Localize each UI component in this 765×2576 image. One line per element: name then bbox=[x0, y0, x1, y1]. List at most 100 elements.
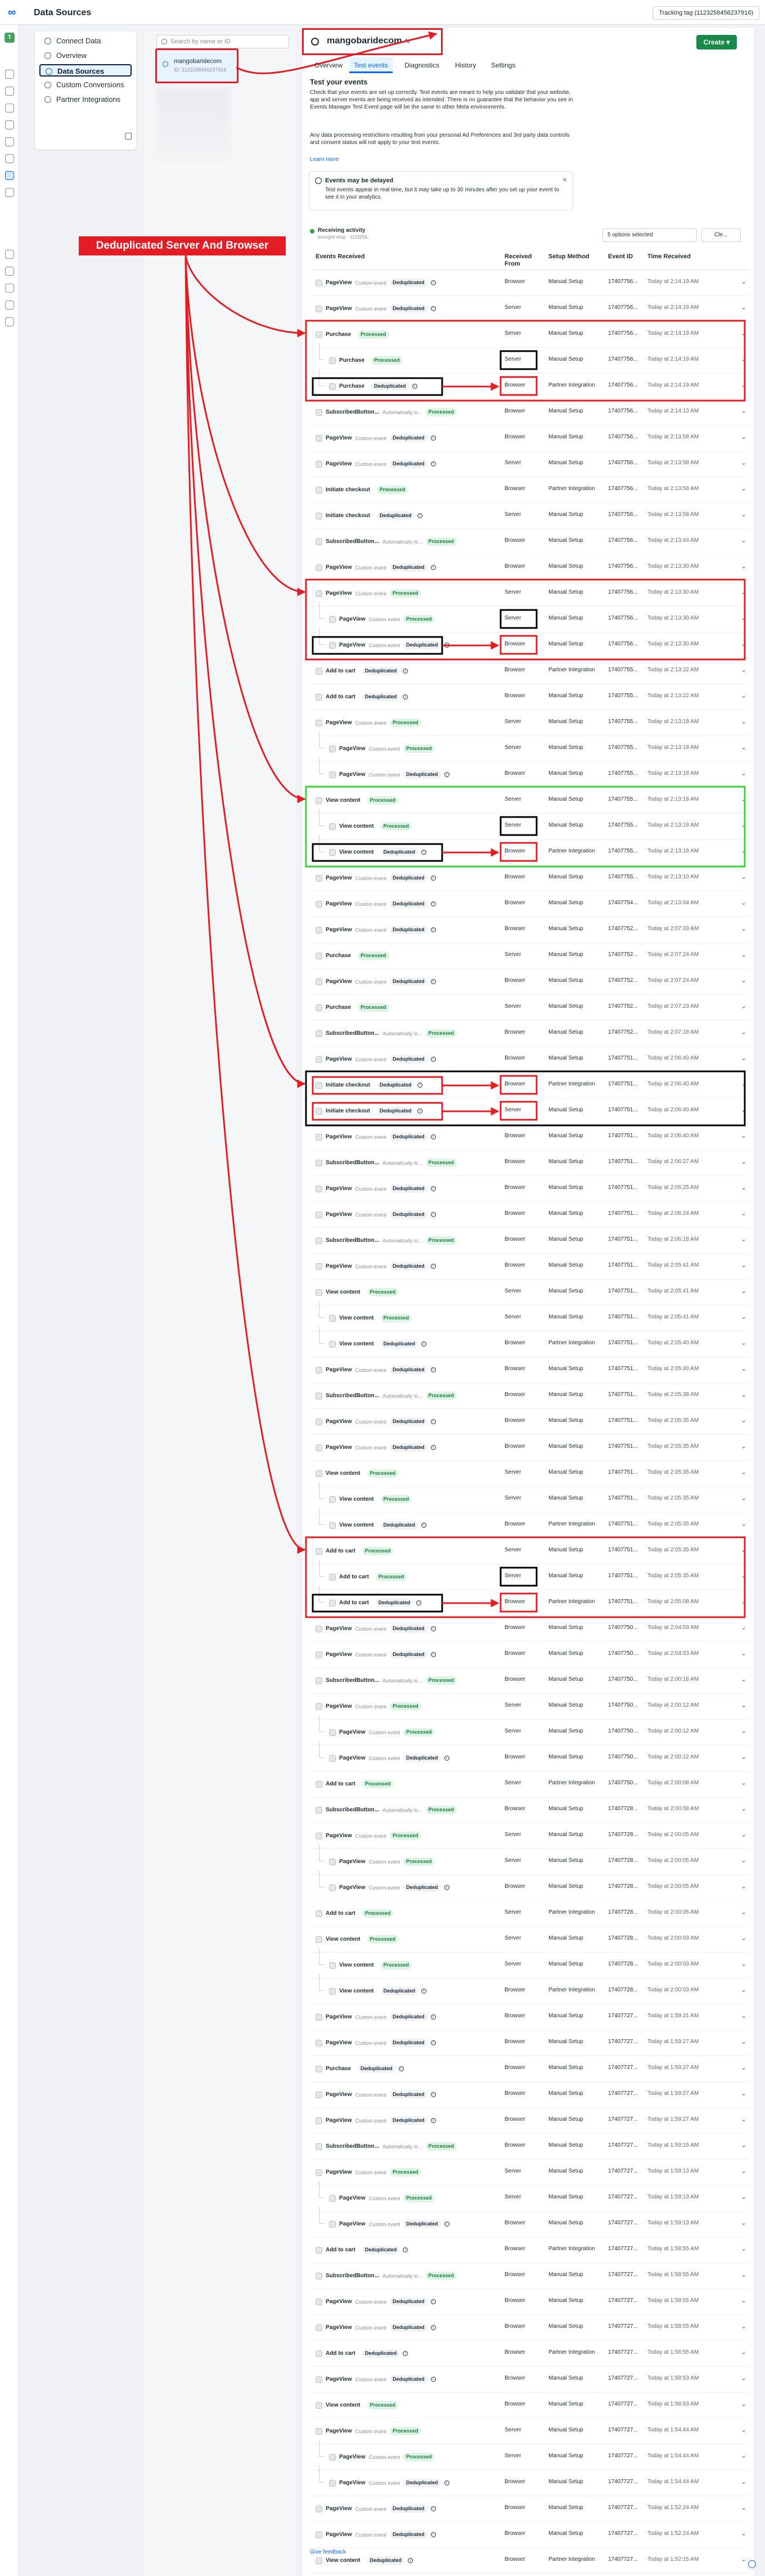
chevron-down-icon[interactable]: ⌄ bbox=[741, 2426, 746, 2434]
table-row[interactable]: PageView Custom event Deduplicated i Server M… bbox=[310, 296, 749, 322]
table-row[interactable]: PageViewCustom eventDeduplicatedi Browser… bbox=[310, 425, 749, 451]
chevron-down-icon[interactable]: ⌄ bbox=[741, 2012, 746, 2019]
info-icon[interactable]: i bbox=[430, 901, 436, 906]
table-row[interactable]: PageViewCustom eventDeduplicatedi Browser… bbox=[310, 1435, 749, 1461]
chevron-down-icon[interactable]: ⌄ bbox=[741, 821, 746, 829]
table-row[interactable]: PageViewCustom eventDeduplicatedi Browser… bbox=[310, 2315, 749, 2341]
chevron-down-icon[interactable]: ⌄ bbox=[741, 381, 746, 389]
table-row[interactable]: View contentProcessediServerManual Setup… bbox=[310, 1280, 749, 1305]
learn-more-link[interactable]: Learn more bbox=[310, 156, 339, 163]
info-icon[interactable]: i bbox=[417, 1109, 423, 1114]
table-row[interactable]: SubscribedButton... Automatically lo... Pr… bbox=[310, 2134, 749, 2160]
nav-data-sources[interactable]: Data Sources bbox=[39, 64, 132, 77]
collapse-nav-icon[interactable] bbox=[125, 133, 132, 140]
info-icon[interactable]: i bbox=[430, 2014, 436, 2019]
nav-custom-conversions[interactable]: Custom Conversions bbox=[39, 79, 132, 91]
help-icon[interactable] bbox=[5, 300, 14, 309]
chevron-down-icon[interactable]: ⌄ bbox=[741, 795, 746, 803]
table-row[interactable]: PageView Custom event Deduplicated i Server M… bbox=[310, 451, 749, 477]
chevron-down-icon[interactable]: ⌄ bbox=[741, 1209, 746, 1217]
info-icon[interactable]: i bbox=[430, 2118, 436, 2123]
tab-settings[interactable]: Settings bbox=[487, 57, 520, 73]
info-icon[interactable]: i bbox=[430, 2040, 436, 2045]
info-icon[interactable]: i bbox=[412, 384, 417, 389]
chevron-down-icon[interactable]: ⌄ bbox=[741, 588, 746, 596]
info-icon[interactable]: i bbox=[430, 2299, 436, 2304]
chart-icon[interactable] bbox=[5, 104, 14, 113]
chevron-down-icon[interactable]: ⌄ bbox=[741, 2089, 746, 2097]
table-row[interactable]: PageViewCustom eventProcessedi Server Manu… bbox=[310, 731, 749, 762]
chevron-down-icon[interactable]: ⌄ bbox=[741, 1494, 746, 1502]
info-icon[interactable]: i bbox=[417, 1083, 423, 1088]
chevron-down-icon[interactable]: ⌄ bbox=[741, 2141, 746, 2149]
nav-connect-data[interactable]: Connect Data bbox=[39, 35, 132, 47]
tab-history[interactable]: History bbox=[451, 57, 480, 73]
tab-diagnostics[interactable]: Diagnostics bbox=[400, 57, 444, 73]
chevron-down-icon[interactable]: ⌄ bbox=[741, 640, 746, 648]
table-row[interactable]: Add to cart Deduplicated i Browser Partner I… bbox=[310, 2237, 749, 2263]
table-row[interactable]: PageViewCustom eventDeduplicatedi Browser… bbox=[310, 2522, 749, 2548]
table-row[interactable]: View contentProcessediServerManual Setup… bbox=[310, 1301, 749, 1331]
table-row[interactable]: PageViewCustom eventProcessedi Server Manu… bbox=[310, 1823, 749, 1849]
chevron-down-icon[interactable]: ⌄ bbox=[741, 2478, 746, 2485]
nav-overview[interactable]: Overview bbox=[39, 50, 132, 62]
chevron-down-icon[interactable]: ⌄ bbox=[741, 1390, 746, 1398]
chevron-down-icon[interactable]: ⌄ bbox=[741, 2400, 746, 2408]
chevron-down-icon[interactable]: ⌄ bbox=[741, 562, 746, 570]
nav-partner-integrations[interactable]: Partner Integrations bbox=[39, 93, 132, 106]
chevron-down-icon[interactable]: ⌄ bbox=[741, 484, 746, 492]
chevron-down-icon[interactable]: ⌄ bbox=[741, 355, 746, 363]
table-row[interactable]: PageViewCustom eventProcessedi Server Manu… bbox=[310, 602, 749, 632]
chevron-down-icon[interactable]: ⌄ bbox=[741, 2374, 746, 2382]
table-row[interactable]: PageViewCustom eventDeduplicatedi Browser… bbox=[310, 865, 749, 891]
table-row[interactable]: PageViewCustom eventDeduplicatedi Browser… bbox=[310, 2367, 749, 2393]
info-icon[interactable]: i bbox=[430, 280, 436, 285]
table-row[interactable]: PageViewCustom eventDeduplicatedi Browser… bbox=[310, 969, 749, 995]
table-row[interactable]: Add to cartProcessediServerPartner Integ… bbox=[310, 1771, 749, 1797]
info-icon[interactable]: i bbox=[430, 1367, 436, 1372]
col-setup-method[interactable]: Setup Method bbox=[548, 253, 590, 261]
meta-logo-icon[interactable]: ∞ bbox=[8, 7, 16, 18]
info-icon[interactable]: i bbox=[421, 1989, 427, 1994]
table-row[interactable]: PageViewCustom eventDeduplicatedi Browser… bbox=[310, 2108, 749, 2134]
table-row[interactable]: PageViewCustom eventDeduplicatedi Browser… bbox=[310, 1047, 749, 1072]
chevron-down-icon[interactable]: ⌄ bbox=[741, 2167, 746, 2175]
chevron-down-icon[interactable]: ⌄ bbox=[741, 1365, 746, 1372]
chevron-down-icon[interactable]: ⌄ bbox=[741, 1572, 746, 1579]
feedback-icon[interactable] bbox=[748, 2560, 756, 2568]
info-icon[interactable]: i bbox=[444, 1756, 449, 1761]
tab-overview[interactable]: Overview bbox=[310, 57, 347, 73]
chevron-down-icon[interactable]: ⌄ bbox=[741, 692, 746, 699]
chevron-down-icon[interactable]: ⌄ bbox=[741, 1908, 746, 1916]
table-row[interactable]: View content Deduplicated i Browser Partner … bbox=[310, 1327, 749, 1357]
tab-test-events[interactable]: Test events bbox=[349, 57, 393, 73]
chevron-down-icon[interactable]: ⌄ bbox=[741, 1830, 746, 1838]
chevron-down-icon[interactable]: ⌄ bbox=[741, 1442, 746, 1450]
chevron-down-icon[interactable]: ⌄ bbox=[741, 2219, 746, 2227]
dataset-search-input[interactable]: Search by name or ID bbox=[156, 35, 289, 48]
info-icon[interactable]: i bbox=[430, 1134, 436, 1139]
info-icon[interactable]: i bbox=[430, 1652, 436, 1657]
table-row[interactable]: PageViewCustom eventProcessedi Server Manu… bbox=[310, 2181, 749, 2211]
chevron-down-icon[interactable]: ⌄ bbox=[741, 976, 746, 984]
table-row[interactable]: View contentProcessediServerManual Setup… bbox=[310, 788, 749, 814]
chevron-down-icon[interactable]: ⌄ bbox=[741, 277, 746, 285]
chevron-down-icon[interactable]: ⌄ bbox=[741, 847, 746, 855]
table-row[interactable]: PageViewCustom eventDeduplicatedi Browser… bbox=[310, 2496, 749, 2522]
chevron-down-icon[interactable]: ⌄ bbox=[741, 1235, 746, 1243]
table-row[interactable]: View content Deduplicated i Browser Partner … bbox=[310, 2548, 749, 2574]
table-row[interactable]: SubscribedButton... Automatically lo... Pr… bbox=[310, 1797, 749, 1823]
chevron-down-icon[interactable]: ⌄ bbox=[741, 1468, 746, 1476]
table-row[interactable]: SubscribedButton... Automatically lo... Pr… bbox=[310, 1228, 749, 1254]
table-row[interactable]: Add to cartProcessediServerPartner Integ… bbox=[310, 1901, 749, 1927]
account-avatar[interactable]: T bbox=[4, 33, 15, 43]
chevron-down-icon[interactable]: ⌄ bbox=[741, 536, 746, 544]
table-row[interactable]: PageViewCustom eventDeduplicatedi Browser… bbox=[310, 1616, 749, 1642]
info-icon[interactable]: i bbox=[430, 1057, 436, 1062]
info-icon[interactable]: i bbox=[421, 1341, 427, 1347]
table-row[interactable]: Add to cartProcessediServerManual Setup1… bbox=[310, 1560, 749, 1590]
chevron-down-icon[interactable]: ⌄ bbox=[741, 1753, 746, 1761]
table-row[interactable]: SubscribedButton... Automatically lo... Pr… bbox=[310, 1383, 749, 1409]
pixel-selector[interactable]: Tracking tag (1123258456237916) bbox=[652, 6, 759, 20]
chevron-down-icon[interactable]: ⌄ bbox=[741, 1313, 746, 1321]
